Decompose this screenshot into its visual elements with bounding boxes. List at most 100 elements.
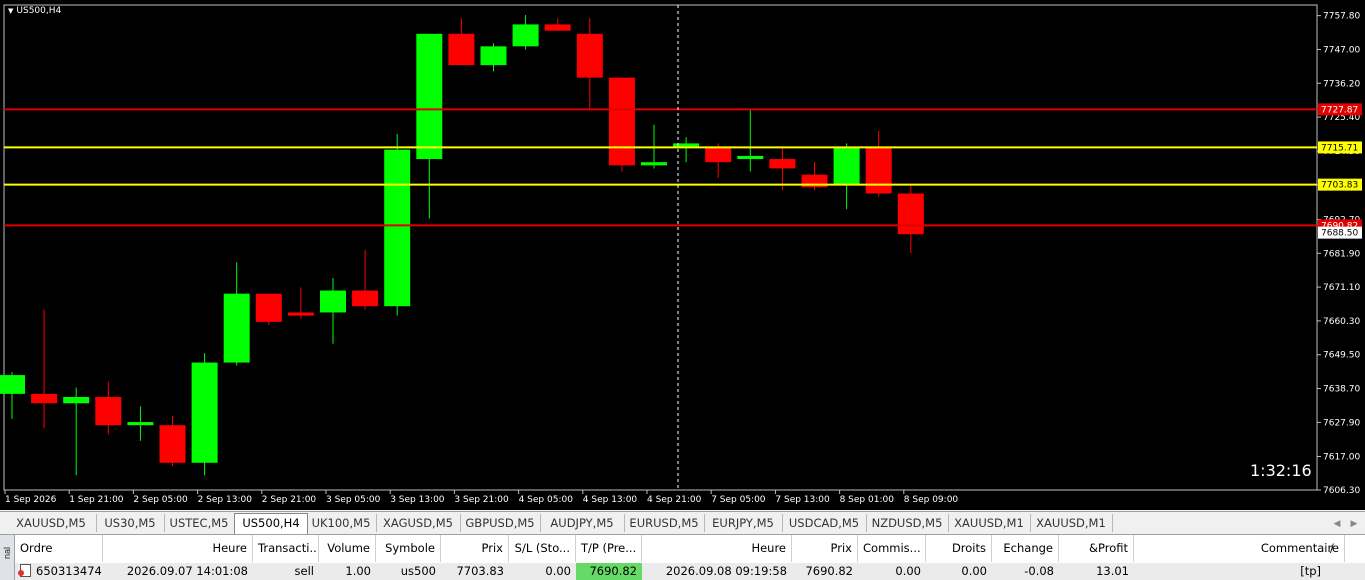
- table-cell: sell: [253, 563, 319, 580]
- symbol-title[interactable]: ▼ US500,H4: [8, 6, 61, 16]
- order-document-icon: [18, 564, 31, 577]
- candle-body[interactable]: [641, 162, 667, 166]
- column-header[interactable]: Volume: [319, 535, 376, 562]
- table-cell: 1.00: [319, 563, 376, 580]
- tab-chart[interactable]: XAUUSD,M1: [948, 514, 1031, 532]
- candle-body[interactable]: [512, 24, 539, 47]
- candle-body[interactable]: [95, 397, 122, 426]
- candle-body[interactable]: [480, 46, 507, 66]
- table-cell: 2026.09.07 14:01:08: [103, 563, 253, 580]
- candle-body[interactable]: [255, 293, 282, 322]
- candle-body[interactable]: [159, 425, 186, 463]
- tab-chart[interactable]: USTEC,M5: [164, 514, 235, 532]
- y-tick-label: 7627.90: [1323, 418, 1360, 428]
- x-tick-label: 2 Sep 05:00: [133, 495, 188, 505]
- level-price-tag-text: 7727.87: [1321, 105, 1358, 115]
- y-tick-label: 7757.80: [1323, 12, 1360, 22]
- column-header[interactable]: Echange: [992, 535, 1059, 562]
- x-tick-label: 4 Sep 05:00: [519, 495, 574, 505]
- tab-chart[interactable]: EURJPY,M5: [704, 514, 783, 532]
- x-tick-label: 8 Sep 09:00: [904, 495, 959, 505]
- y-tick-label: 7681.90: [1323, 249, 1360, 259]
- candle-body[interactable]: [673, 143, 700, 147]
- candle-body[interactable]: [384, 149, 411, 307]
- table-cell: [tp]: [1134, 563, 1345, 580]
- candle-body[interactable]: [287, 312, 314, 316]
- column-header[interactable]: Droits: [926, 535, 992, 562]
- column-header[interactable]: Ordre: [15, 535, 103, 562]
- candle-body[interactable]: [576, 33, 603, 78]
- candle-body[interactable]: [448, 33, 475, 66]
- table-cell: 2026.09.08 09:19:58: [642, 563, 792, 580]
- column-header[interactable]: T/P (Pre...: [576, 535, 642, 562]
- column-header[interactable]: Commis...: [858, 535, 926, 562]
- chart-area[interactable]: 7757.807747.007736.207725.407714.507703.…: [0, 0, 1365, 510]
- order-id: 650313474: [36, 564, 102, 578]
- candle-body[interactable]: [608, 77, 635, 166]
- table-cell: 0.00: [509, 563, 576, 580]
- tab-chart[interactable]: EURUSD,M5: [624, 514, 705, 532]
- column-header[interactable]: Heure: [642, 535, 792, 562]
- tab-chart[interactable]: XAGUSD,M5: [376, 514, 461, 532]
- y-tick-label: 7649.50: [1323, 351, 1360, 361]
- y-tick-label: 7660.30: [1323, 317, 1360, 327]
- candle-body[interactable]: [127, 422, 154, 426]
- x-tick-label: 2 Sep 13:00: [198, 495, 253, 505]
- column-header[interactable]: S/L (Sto...: [509, 535, 576, 562]
- level-price-tag-text: 7715.71: [1321, 143, 1358, 153]
- price-chart[interactable]: 7757.807747.007736.207725.407714.507703.…: [0, 0, 1365, 510]
- candle-body[interactable]: [320, 290, 346, 313]
- tab-chart[interactable]: UK100,M5: [306, 514, 377, 532]
- tab-chart[interactable]: XAUUSD,M5: [6, 514, 97, 532]
- table-cell: 650313474: [15, 563, 103, 580]
- candle-body[interactable]: [352, 290, 379, 307]
- candle-body[interactable]: [897, 193, 924, 235]
- candle-body[interactable]: [191, 362, 218, 463]
- tab-chart[interactable]: XAUUSD,M1: [1030, 514, 1113, 532]
- candle-body[interactable]: [223, 293, 250, 363]
- tab-scroll-left-icon[interactable]: ◀: [1330, 516, 1344, 530]
- y-tick-label: 7638.70: [1323, 385, 1360, 395]
- column-header[interactable]: Commentaire: [1134, 535, 1345, 562]
- dropdown-triangle-icon[interactable]: ▼: [8, 7, 13, 15]
- tab-chart[interactable]: GBPUSD,M5: [460, 514, 541, 532]
- terminal-panel: nal Ordre Heure Transacti... Volume Symbole P…: [0, 534, 1365, 580]
- column-header[interactable]: Transacti...: [253, 535, 319, 562]
- y-tick-label: 7747.00: [1323, 45, 1360, 55]
- candle-body[interactable]: [833, 146, 860, 185]
- tab-chart[interactable]: US30,M5: [96, 514, 165, 532]
- terminal-side-strip[interactable]: nal: [0, 535, 15, 580]
- candle-body[interactable]: [63, 397, 90, 404]
- tab-chart[interactable]: NZDUSD,M5: [866, 514, 949, 532]
- tab-chart[interactable]: US500,H4: [234, 513, 308, 534]
- symbol-title-text: US500,H4: [16, 6, 62, 16]
- column-header[interactable]: Prix: [792, 535, 858, 562]
- candle-body[interactable]: [0, 375, 25, 394]
- candle-body[interactable]: [865, 146, 892, 194]
- column-header[interactable]: Symbole: [376, 535, 441, 562]
- candle-body[interactable]: [416, 33, 443, 160]
- tab-chart[interactable]: AUDJPY,M5: [540, 514, 625, 532]
- chart-tabbar: XAUUSD,M5 US30,M5 USTEC,M5 US500,H4 UK100,M5…: [0, 511, 1365, 534]
- tab-chart[interactable]: USDCAD,M5: [782, 514, 867, 532]
- table-cell: 7690.82: [792, 563, 858, 580]
- candle-body[interactable]: [769, 159, 796, 169]
- x-tick-label: 7 Sep 13:00: [775, 495, 830, 505]
- candle-body[interactable]: [705, 146, 732, 163]
- table-cell: 7703.83: [441, 563, 509, 580]
- column-header[interactable]: Heure: [103, 535, 253, 562]
- y-tick-label: 7736.20: [1323, 79, 1360, 89]
- table-cell: 0.00: [926, 563, 992, 580]
- column-header[interactable]: Prix: [441, 535, 509, 562]
- table-cell: 7690.82: [576, 563, 642, 580]
- table-cell: -0.08: [992, 563, 1059, 580]
- table-cell: us500: [376, 563, 441, 580]
- x-tick-label: 3 Sep 13:00: [390, 495, 445, 505]
- candle-body[interactable]: [31, 393, 58, 404]
- x-tick-label: 1 Sep 21:00: [69, 495, 124, 505]
- candle-body[interactable]: [737, 155, 764, 160]
- tab-scroll-right-icon[interactable]: ▶: [1347, 516, 1361, 530]
- candle-body[interactable]: [544, 24, 571, 31]
- column-header[interactable]: &Profit: [1059, 535, 1134, 562]
- y-tick-label: 7617.00: [1323, 452, 1360, 462]
